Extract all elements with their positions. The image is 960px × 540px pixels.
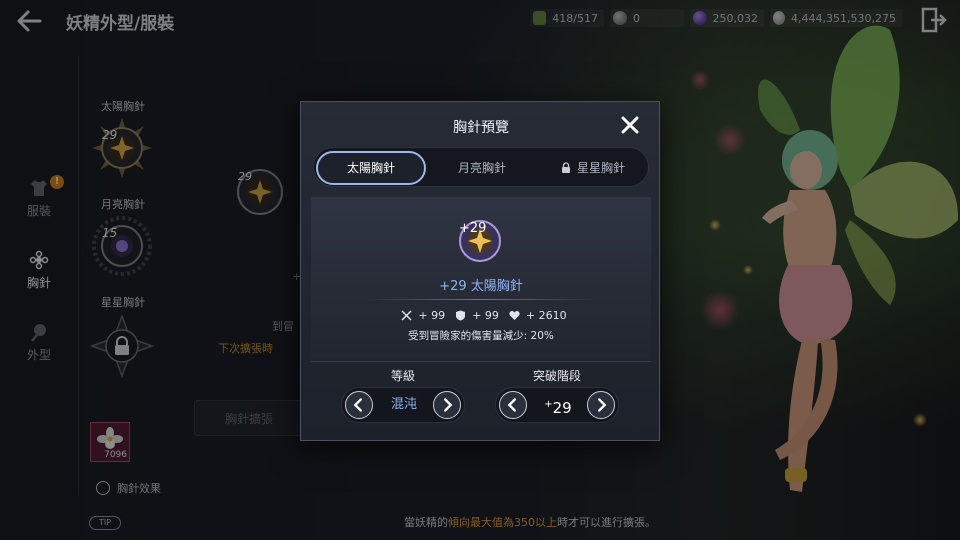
preview-level: +29 bbox=[459, 221, 487, 236]
grade-value: 混沌 bbox=[390, 397, 417, 412]
preview-brooch-name: +29 太陽胸針 bbox=[439, 279, 523, 294]
tab-sun-brooch[interactable]: 太陽胸針 bbox=[316, 151, 426, 185]
breakthrough-value: +29 bbox=[544, 399, 572, 417]
grade-label: 等級 bbox=[390, 369, 415, 383]
breakthrough-stepper: +29 bbox=[495, 387, 619, 423]
breakthrough-prev-button[interactable] bbox=[499, 391, 527, 419]
hp-icon bbox=[509, 311, 520, 320]
grade-prev-button[interactable] bbox=[345, 391, 373, 419]
brooch-preview-dialog: 胸針預覽 太陽胸針 月亮胸針 星星胸針 +29 +29 太陽胸針 + 99 + … bbox=[300, 101, 660, 441]
tab-moon-brooch[interactable]: 月亮胸針 bbox=[427, 151, 537, 185]
preview-stats: + 99 + 99 + 2610 bbox=[311, 309, 651, 322]
close-icon[interactable] bbox=[619, 114, 641, 136]
brooch-preview-panel: +29 +29 太陽胸針 + 99 + 99 + 2610 受到冒險家的傷害量減… bbox=[311, 197, 651, 359]
grade-next-button[interactable] bbox=[433, 391, 461, 419]
breakthrough-label: 突破階段 bbox=[532, 369, 581, 383]
breakthrough-next-button[interactable] bbox=[587, 391, 615, 419]
dialog-title: 胸針預覽 bbox=[453, 120, 509, 136]
lock-icon bbox=[561, 162, 570, 173]
brooch-tabs: 太陽胸針 月亮胸針 星星胸針 bbox=[313, 147, 649, 187]
preview-divider bbox=[366, 299, 596, 300]
preview-description: 受到冒險家的傷害量減少: 20% bbox=[408, 330, 554, 342]
grade-stepper: 混沌 bbox=[341, 387, 465, 423]
defense-icon bbox=[456, 310, 466, 321]
tab-star-brooch[interactable]: 星星胸針 bbox=[538, 151, 648, 185]
attack-icon bbox=[401, 310, 412, 321]
section-divider bbox=[311, 361, 651, 362]
